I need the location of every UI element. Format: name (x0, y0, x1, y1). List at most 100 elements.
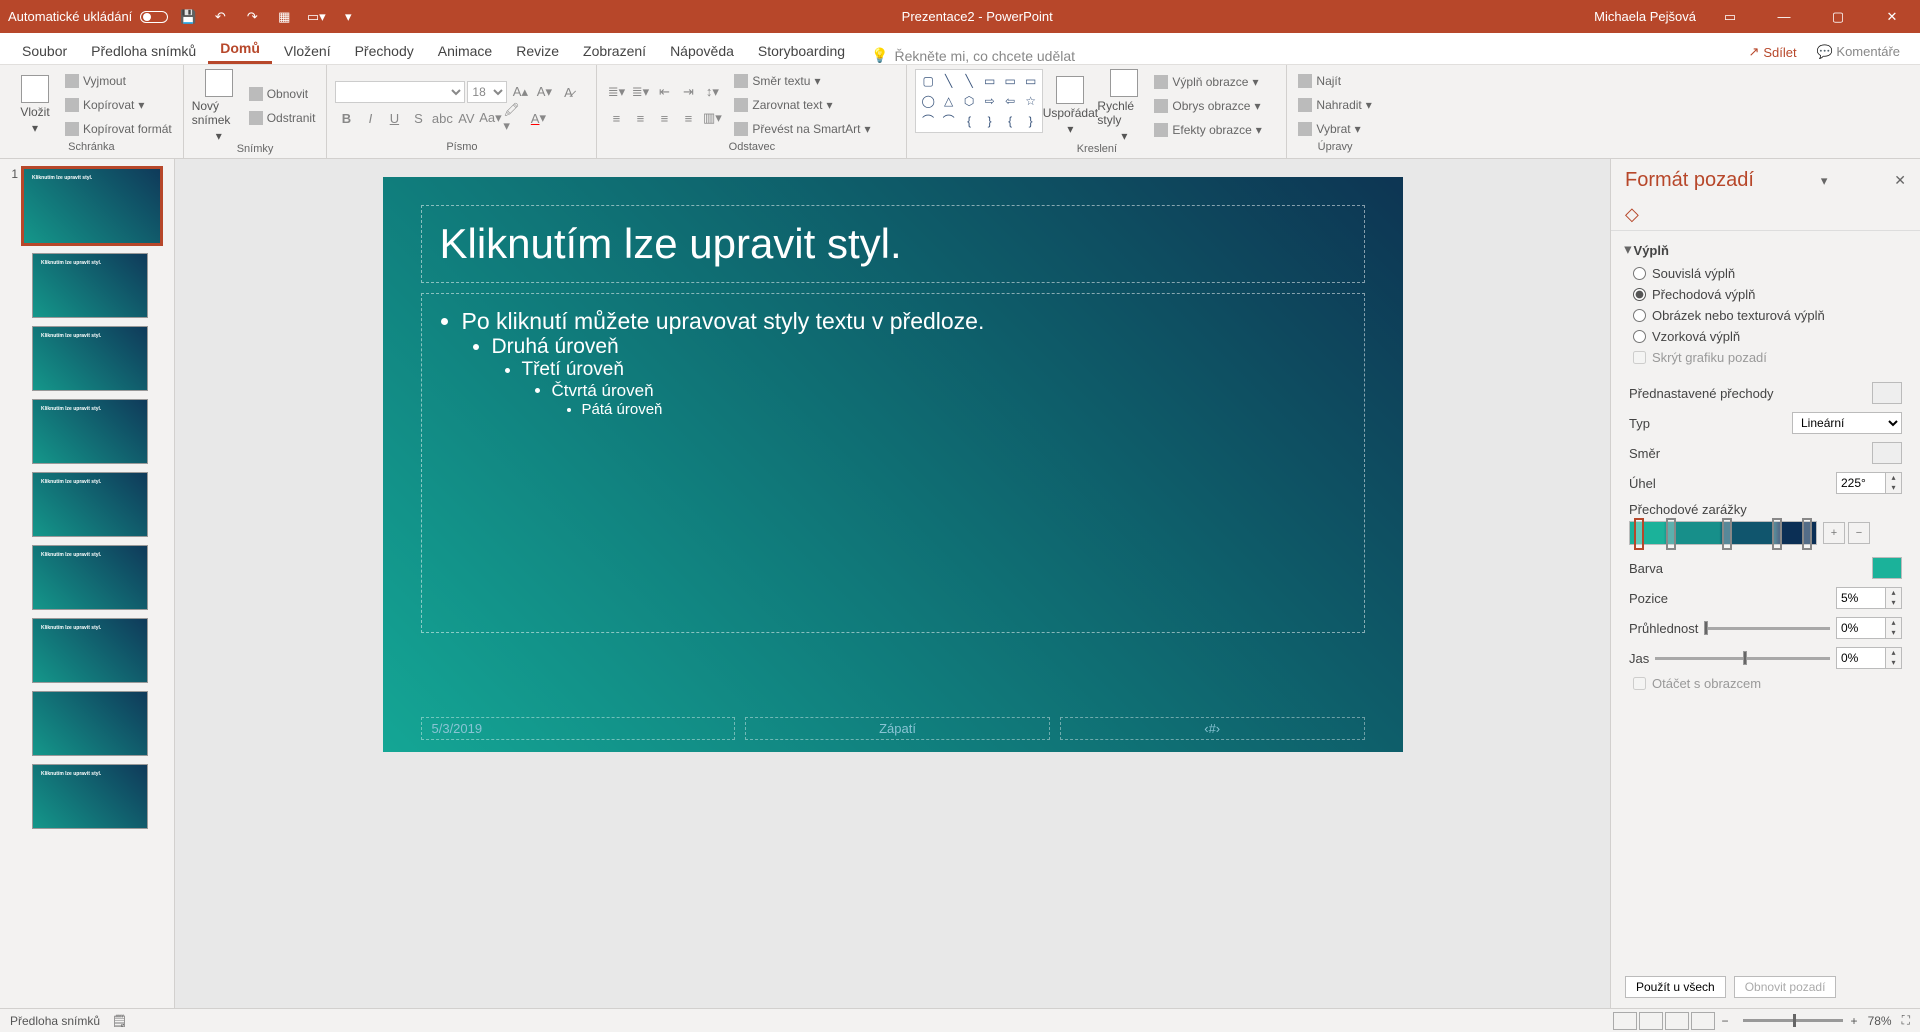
minimize-icon[interactable]: — (1764, 0, 1804, 33)
tab-insert[interactable]: Vložení (272, 37, 343, 64)
clear-format-icon[interactable]: A̷ (557, 81, 579, 103)
select-button[interactable]: Vybrat ▾ (1295, 118, 1374, 140)
username[interactable]: Michaela Pejšová (1594, 9, 1696, 24)
find-button[interactable]: Najít (1295, 70, 1374, 92)
tab-transitions[interactable]: Přechody (343, 37, 426, 64)
shrink-font-icon[interactable]: A▾ (533, 81, 555, 103)
tab-help[interactable]: Nápověda (658, 37, 746, 64)
preset-gradients-button[interactable] (1872, 382, 1902, 404)
gradient-stops-track[interactable] (1629, 521, 1817, 545)
align-text-button[interactable]: Zarovnat text ▾ (731, 94, 873, 116)
radio-picture-fill[interactable]: Obrázek nebo texturová výplň (1625, 305, 1906, 326)
spacing-button[interactable]: AV (455, 107, 477, 129)
zoom-level[interactable]: 78% (1868, 1014, 1892, 1028)
normal-view-icon[interactable] (1613, 1012, 1637, 1030)
font-family-select[interactable] (335, 81, 465, 103)
replace-button[interactable]: Nahradit ▾ (1295, 94, 1374, 116)
tab-review[interactable]: Revize (504, 37, 571, 64)
remove-stop-icon[interactable]: − (1848, 522, 1870, 544)
pagenum-placeholder[interactable]: ‹#› (1060, 717, 1365, 740)
shapes-gallery[interactable]: ▢╲╲▭▭▭ ◯△⬡⇨⇦☆ ⌒⌒{}{} (915, 69, 1043, 133)
layout-thumbnail[interactable]: Kliknutím lze upravit styl. (32, 472, 148, 537)
text-direction-button[interactable]: Směr textu ▾ (731, 70, 873, 92)
gradient-direction-button[interactable] (1872, 442, 1902, 464)
format-painter-button[interactable]: Kopírovat formát (62, 118, 175, 140)
qat-more-icon[interactable]: ▾ (336, 5, 360, 29)
copy-button[interactable]: Kopírovat ▾ (62, 94, 175, 116)
layout-thumbnail[interactable]: Kliknutím lze upravit styl. (32, 253, 148, 318)
transparency-spinner[interactable]: ▴▾ (1836, 617, 1902, 639)
present-icon[interactable]: ▦ (272, 5, 296, 29)
shape-effects-button[interactable]: Efekty obrazce ▾ (1151, 119, 1264, 141)
strike-button[interactable]: S (407, 107, 429, 129)
tab-storyboarding[interactable]: Storyboarding (746, 37, 857, 64)
pane-tab-fill[interactable]: ◇ (1611, 198, 1920, 231)
case-button[interactable]: Aa▾ (479, 107, 501, 129)
zoom-in-icon[interactable]: + (1851, 1014, 1858, 1028)
shape-fill-button[interactable]: Výplň obrazce ▾ (1151, 71, 1264, 93)
layout-thumbnail[interactable]: Kliknutím lze upravit styl. (32, 326, 148, 391)
title-placeholder[interactable]: Kliknutím lze upravit styl. (421, 205, 1365, 283)
gradient-stop[interactable] (1666, 518, 1676, 550)
paste-button[interactable]: Vložit▾ (8, 69, 62, 141)
align-center-icon[interactable]: ≡ (629, 107, 651, 129)
save-icon[interactable]: 💾 (176, 5, 200, 29)
refresh-button[interactable]: Obnovit (246, 83, 319, 105)
zoom-out-icon[interactable]: − (1722, 1014, 1729, 1028)
transparency-slider[interactable] (1698, 627, 1836, 630)
quick-styles-button[interactable]: Rychlé styly▾ (1097, 69, 1151, 143)
align-right-icon[interactable]: ≡ (653, 107, 675, 129)
layout-thumbnail[interactable]: Kliknutím lze upravit styl. (32, 545, 148, 610)
body-placeholder[interactable]: Po kliknutí můžete upravovat styly textu… (421, 293, 1365, 633)
new-slide-button[interactable]: Nový snímek▾ (192, 69, 246, 143)
font-size-select[interactable]: 18 (467, 81, 507, 103)
reset-bg-button[interactable]: Obnovit pozadí (1734, 976, 1837, 998)
slide-canvas-area[interactable]: Kliknutím lze upravit styl. Po kliknutí … (175, 159, 1610, 1008)
outdent-icon[interactable]: ⇤ (653, 81, 675, 103)
angle-spinner[interactable]: ▴▾ (1836, 472, 1902, 494)
gradient-stop[interactable] (1722, 518, 1732, 550)
accessibility-icon[interactable]: 🗒 (112, 1014, 127, 1028)
highlight-button[interactable]: 🖍▾ (503, 107, 525, 129)
ribbon-opts-icon[interactable]: ▭ (1710, 0, 1750, 33)
tab-file[interactable]: Soubor (10, 37, 79, 64)
undo-icon[interactable]: ↶ (208, 5, 232, 29)
linespacing-icon[interactable]: ↕▾ (701, 81, 723, 103)
fill-section-header[interactable]: Výplň (1625, 239, 1906, 263)
gradient-stop[interactable] (1634, 518, 1644, 550)
brightness-spinner[interactable]: ▴▾ (1836, 647, 1902, 669)
apply-all-button[interactable]: Použít u všech (1625, 976, 1726, 998)
redo-icon[interactable]: ↷ (240, 5, 264, 29)
slideshow-view-icon[interactable] (1691, 1012, 1715, 1030)
gradient-stop[interactable] (1802, 518, 1812, 550)
underline-button[interactable]: U (383, 107, 405, 129)
sorter-view-icon[interactable] (1639, 1012, 1663, 1030)
layout-thumbnail[interactable]: Kliknutím lze upravit styl. (32, 764, 148, 829)
italic-button[interactable]: I (359, 107, 381, 129)
master-thumbnail[interactable]: Kliknutím lze upravit styl. (22, 167, 162, 245)
touch-icon[interactable]: ▭▾ (304, 5, 328, 29)
thumbnail-rail[interactable]: 1 Kliknutím lze upravit styl. Kliknutím … (0, 159, 175, 1008)
grow-font-icon[interactable]: A▴ (509, 81, 531, 103)
check-hide-graphics[interactable]: Skrýt grafiku pozadí (1625, 347, 1906, 368)
radio-solid-fill[interactable]: Souvislá výplň (1625, 263, 1906, 284)
zoom-slider[interactable] (1743, 1019, 1843, 1022)
slide-master[interactable]: Kliknutím lze upravit styl. Po kliknutí … (383, 177, 1403, 752)
position-spinner[interactable]: ▴▾ (1836, 587, 1902, 609)
cut-button[interactable]: Vyjmout (62, 70, 175, 92)
layout-thumbnail[interactable]: Kliknutím lze upravit styl. (32, 618, 148, 683)
tab-slide-master[interactable]: Předloha snímků (79, 37, 208, 64)
stop-color-button[interactable] (1872, 557, 1902, 579)
align-left-icon[interactable]: ≡ (605, 107, 627, 129)
gradient-stop[interactable] (1772, 518, 1782, 550)
tab-home[interactable]: Domů (208, 34, 272, 64)
add-stop-icon[interactable]: + (1823, 522, 1845, 544)
close-icon[interactable]: ✕ (1872, 0, 1912, 33)
layout-thumbnail[interactable]: Kliknutím lze upravit styl. (32, 399, 148, 464)
gradient-type-select[interactable]: Lineární (1792, 412, 1902, 434)
layout-thumbnail[interactable] (32, 691, 148, 756)
maximize-icon[interactable]: ▢ (1818, 0, 1858, 33)
share-button[interactable]: ↗ Sdílet (1738, 40, 1806, 64)
bullets-icon[interactable]: ≣▾ (605, 81, 627, 103)
arrange-button[interactable]: Uspořádat▾ (1043, 69, 1097, 143)
